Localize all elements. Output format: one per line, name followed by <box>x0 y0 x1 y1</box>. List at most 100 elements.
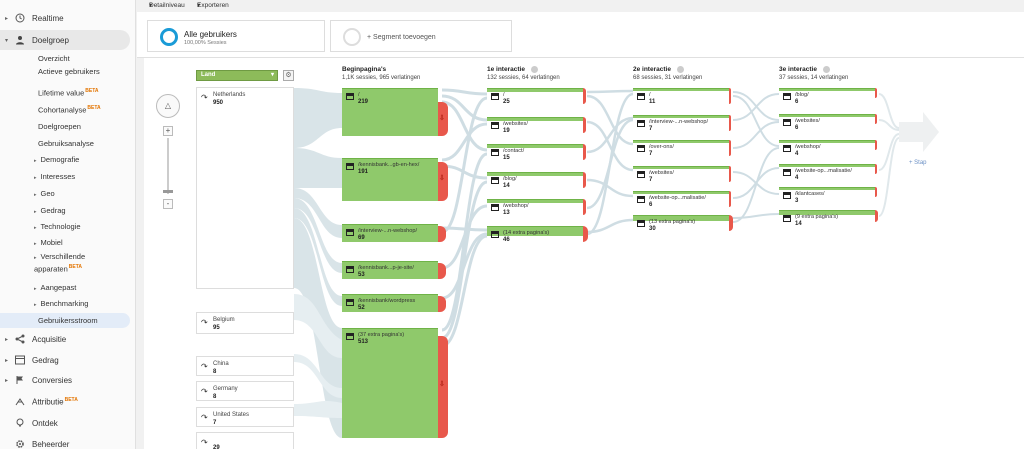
nav-label: Conversies <box>32 375 73 385</box>
page-node[interactable]: /interview-...n-webshop/ 7 <box>633 115 733 132</box>
page-node[interactable]: /websites/ 7 <box>633 166 733 183</box>
info-icon[interactable] <box>822 66 830 73</box>
page-node[interactable]: ⇩ / 219 <box>342 88 448 136</box>
pan-control[interactable]: △ <box>156 94 180 118</box>
page-node[interactable]: /websites/ 6 <box>779 114 879 131</box>
zoom-out-button[interactable]: - <box>163 199 173 209</box>
nav-acquisitie[interactable]: ▸ Acquisitie <box>0 329 135 349</box>
export-menu[interactable]: Exporteren ▾ <box>197 1 229 9</box>
page-icon <box>491 93 499 100</box>
nav-realtime[interactable]: ▸ Realtime <box>0 8 135 28</box>
country-node-united-states[interactable]: ↷ United States 7 <box>196 407 294 427</box>
caret-right-icon: ▸ <box>5 377 9 384</box>
country-node-netherlands[interactable]: ↷ Netherlands 950 <box>196 87 294 289</box>
page-icon <box>637 171 645 178</box>
nav-label: Cohortanalyse <box>38 105 87 115</box>
page-icon <box>783 215 791 222</box>
page-icon <box>637 120 645 127</box>
nav-label: Gedrag <box>40 206 66 215</box>
settings-gear-icon[interactable]: ⚙ <box>283 70 294 81</box>
nav-technologie[interactable]: ▸ Technologie <box>34 222 81 233</box>
zoom-track[interactable] <box>167 138 169 194</box>
page-node[interactable]: / 11 <box>633 88 733 105</box>
page-node[interactable]: (9 extra pagina's) 14 <box>779 210 879 227</box>
segment-subtitle: 100,00% Sessies <box>184 40 227 46</box>
page-node[interactable]: /kennisbank...p-je-site/ 53 <box>342 261 448 279</box>
page-icon <box>491 177 499 184</box>
zoom-thumb[interactable] <box>163 190 173 193</box>
caret-right-icon: ▸ <box>34 286 37 292</box>
page-node[interactable]: /klantcases/ 3 <box>779 187 879 204</box>
nav-attributie[interactable]: AttributieBETA <box>0 392 135 412</box>
next-step-arrow-icon[interactable] <box>897 110 941 154</box>
column-subtitle: 1,1K sessies, 965 verlatingen <box>342 75 421 81</box>
dimension-select[interactable]: Land ▾ <box>196 70 278 81</box>
flow-arrow-icon: ↷ <box>201 413 208 422</box>
page-node[interactable]: ⇩ /kennisbank...gb-en-hex/ 191 <box>342 158 448 201</box>
country-node-germany[interactable]: ↷ Germany 8 <box>196 381 294 401</box>
page-node[interactable]: / 25 <box>487 88 587 105</box>
nav-cohortanalyse[interactable]: CohortanalyseBETA <box>38 104 101 115</box>
user-flow-canvas[interactable]: Land ▾ ⚙ △ + - ↷ Netherlands 950 ↷ Belgiu… <box>144 58 1024 449</box>
page-icon <box>637 93 645 100</box>
nav-ontdek[interactable]: Ontdek <box>0 413 135 433</box>
page-node[interactable]: /contact/ 15 <box>487 144 587 161</box>
segment-all-users[interactable]: Alle gebruikers 100,00% Sessies <box>147 20 325 52</box>
country-node-china[interactable]: ↷ China 8 <box>196 356 294 376</box>
nav-label: Lifetime value <box>38 88 85 98</box>
nav-conversies[interactable]: ▸ Conversies <box>0 370 135 390</box>
nav-geo[interactable]: ▸ Geo <box>34 189 55 200</box>
zoom-in-button[interactable]: + <box>163 126 173 136</box>
column-subtitle: 68 sessies, 31 verlatingen <box>633 75 703 81</box>
nav-audience[interactable]: ▾ Doelgroep <box>0 30 130 50</box>
nav-aangepast[interactable]: ▸ Aangepast <box>34 283 76 294</box>
page-node[interactable]: (13 extra pagina's) 30 <box>633 215 734 232</box>
page-node[interactable]: /website-op...malisatie/ 4 <box>779 164 879 181</box>
nav-gedrag[interactable]: ▸ Gedrag <box>0 350 135 370</box>
nav-demografie[interactable]: ▸ Demografie <box>34 155 79 166</box>
page-node[interactable]: /webshop/ 13 <box>487 199 587 216</box>
page-node[interactable]: /blog/ 14 <box>487 172 587 189</box>
nav-label: Benchmarking <box>40 299 89 308</box>
country-node-belgium[interactable]: ↷ Belgium 95 <box>196 312 294 334</box>
nav-gebruiksanalyse[interactable]: Gebruiksanalyse <box>38 139 94 148</box>
flag-icon <box>14 374 26 386</box>
page-node[interactable]: ⇩ (37 extra pagina's) 513 <box>342 328 448 438</box>
nav-gebruikersstroom[interactable]: Gebruikersstroom <box>0 313 130 328</box>
nav-label: Geo <box>40 189 55 198</box>
nav-label: Ontdek <box>32 418 58 428</box>
dropoff-arrow-icon: ⇩ <box>439 381 445 388</box>
nav-overzicht[interactable]: Overzicht <box>38 54 70 63</box>
page-node[interactable]: (14 extra pagina's) 46 <box>487 226 589 243</box>
clock-icon <box>14 12 26 24</box>
page-node[interactable]: /website-op...malisatie/ 6 <box>633 191 733 208</box>
page-node[interactable]: /websites/ 19 <box>487 117 587 134</box>
nav-mobiel[interactable]: ▸ Mobiel <box>34 238 63 249</box>
add-step-button[interactable]: + Stap <box>909 160 927 166</box>
page-node[interactable]: /over-ons/ 7 <box>633 140 733 157</box>
info-icon[interactable] <box>676 66 684 73</box>
page-node[interactable]: /kennisbank/wordpress 52 <box>342 294 448 312</box>
page-node[interactable]: /blog/ 6 <box>779 88 879 105</box>
nav-doelgroepen[interactable]: Doelgroepen <box>38 122 81 131</box>
nav-lifetime-value[interactable]: Lifetime valueBETA <box>38 87 99 98</box>
column-subtitle: 132 sessies, 64 verlatingen <box>487 75 560 81</box>
page-icon <box>346 333 354 340</box>
country-node-other[interactable]: ↷ 29 <box>196 432 294 449</box>
page-icon <box>637 145 645 152</box>
page-node[interactable]: /interview-...n-webshop/ 69 <box>342 224 448 242</box>
add-segment-button[interactable]: + Segment toevoegen <box>330 20 512 52</box>
nav-gedrag-sub[interactable]: ▸ Gedrag <box>34 206 66 217</box>
nav-beheerder[interactable]: Beheerder <box>0 434 135 449</box>
column-title-interaction-1: 1e interactie <box>487 66 538 73</box>
nav-interesses[interactable]: ▸ Interesses <box>34 172 75 183</box>
nav-actieve-gebruikers[interactable]: Actieve gebruikers <box>38 67 108 76</box>
page-node[interactable]: /webshop/ 4 <box>779 140 879 157</box>
detail-level-menu[interactable]: Detailniveau ▾ <box>149 1 185 9</box>
nav-benchmarking[interactable]: ▸ Benchmarking <box>34 299 88 310</box>
info-icon[interactable] <box>530 66 538 73</box>
caret-right-icon: ▸ <box>34 158 37 164</box>
page-icon <box>783 93 791 100</box>
nav-label: AttributieBETA <box>32 397 78 407</box>
nav-verschillende-apparaten[interactable]: ▸ Verschillende apparatenBETA <box>34 252 118 274</box>
